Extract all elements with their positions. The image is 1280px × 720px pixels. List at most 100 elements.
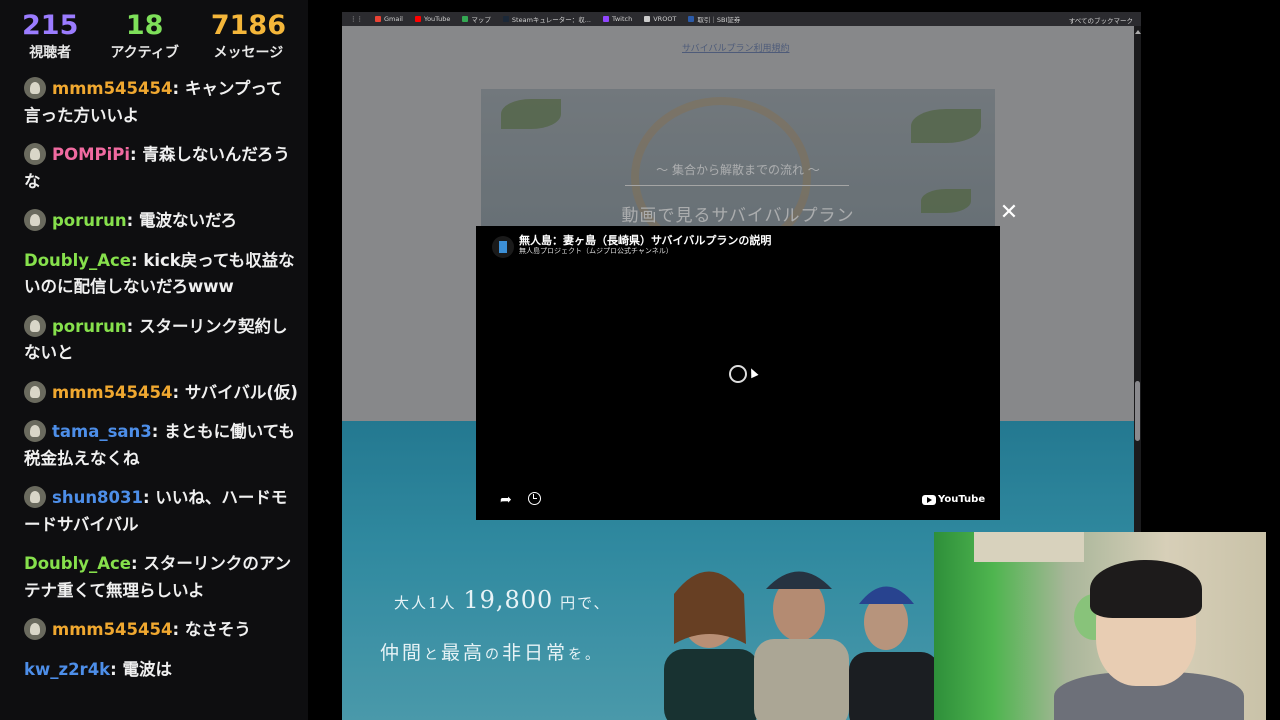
chat-username[interactable]: porurun xyxy=(52,317,127,336)
price-text: 大人1人 19,800 円で、 xyxy=(394,586,610,614)
chat-message: tama_san3: まともに働いても税金払えなくね xyxy=(24,419,298,472)
bookmark-icon xyxy=(502,16,509,22)
bookmarks-bar: ⋮⋮ Gmail YouTube マップ Steamキュレーター：収... Twitch… xyxy=(342,12,1141,26)
bookmark-icon xyxy=(414,16,421,22)
separator: : xyxy=(130,145,143,164)
bookmark-icon xyxy=(462,16,469,22)
bookmark-item[interactable]: Gmail xyxy=(375,15,403,23)
tagline-part: と xyxy=(424,647,442,663)
bookmark-label: マップ xyxy=(471,16,491,24)
chat-username[interactable]: porurun xyxy=(52,211,127,230)
chat-username[interactable]: shun8031 xyxy=(52,488,143,507)
chat-message: porurun: 電波ないだろ xyxy=(24,208,298,235)
separator: : xyxy=(131,554,144,573)
loading-spinner-icon xyxy=(729,365,747,383)
clock-icon[interactable] xyxy=(528,492,541,505)
youtube-logo[interactable]: YouTube xyxy=(922,494,985,505)
bookmark-label: Gmail xyxy=(384,15,403,23)
separator: : xyxy=(126,316,140,336)
chat-text: サバイバル(仮) xyxy=(184,382,298,402)
chat-message: mmm545454: キャンプって言った方いいよ xyxy=(24,76,298,129)
chat-text: なさそう xyxy=(184,620,251,639)
separator: : xyxy=(172,620,185,639)
user-avatar-icon xyxy=(24,77,46,99)
bookmark-item[interactable]: YouTube xyxy=(414,15,451,23)
stat-value: 7186 xyxy=(210,10,286,41)
user-avatar-icon xyxy=(24,618,46,640)
chat-text: 電波ないだろ xyxy=(139,211,238,230)
bookmark-icon xyxy=(644,16,651,22)
youtube-label: YouTube xyxy=(938,494,986,505)
user-avatar-icon xyxy=(24,420,46,442)
bookmark-label: Twitch xyxy=(611,15,633,23)
tagline-part: 非日常 xyxy=(502,642,569,664)
chat-username[interactable]: POMPiPi xyxy=(52,145,130,164)
tagline-part: の xyxy=(485,647,503,663)
stat: 18 アクティブ xyxy=(110,10,178,68)
close-icon[interactable]: ✕ xyxy=(998,202,1020,224)
bookmark-item[interactable]: Steamキュレーター：収... xyxy=(502,14,591,24)
bookmark-item[interactable]: Twitch xyxy=(602,15,633,23)
chat-text: 電波は xyxy=(122,659,173,679)
scrollbar-thumb[interactable] xyxy=(1135,381,1140,441)
video-channel[interactable]: 無人島プロジェクト（ムジプロ公式チャンネル） xyxy=(519,246,673,256)
all-bookmarks-button[interactable]: すべてのブックマーク xyxy=(1069,15,1133,25)
bookmark-item[interactable]: マップ xyxy=(462,14,491,24)
chat-username[interactable]: mmm545454 xyxy=(52,620,172,639)
bookmark-label: VROOT xyxy=(653,15,677,23)
bookmark-icon xyxy=(602,16,609,22)
webcam-feed xyxy=(934,532,1266,720)
separator: : xyxy=(131,250,144,270)
webcam-background xyxy=(974,532,1084,562)
stat-value: 18 xyxy=(125,10,164,41)
youtube-icon xyxy=(922,494,936,505)
scroll-up-arrow[interactable] xyxy=(1135,30,1141,34)
tagline-part: 最高 xyxy=(441,642,486,664)
bookmark-label: YouTube xyxy=(423,15,451,23)
bookmark-icon xyxy=(688,16,695,22)
tagline-part: を。 xyxy=(568,647,603,663)
separator: : xyxy=(172,79,185,98)
bookmark-item[interactable]: 取引｜SBI証券 xyxy=(688,14,740,24)
chat-username[interactable]: tama_san3 xyxy=(52,422,152,441)
separator: : xyxy=(126,211,140,230)
user-avatar-icon xyxy=(24,209,46,231)
tagline-part: 仲間 xyxy=(380,642,425,664)
chat-message: Doubly_Ace: スターリンクのアンテナ重くて無理らしいよ xyxy=(24,551,298,604)
price-suffix: 円で、 xyxy=(553,594,611,612)
video-player[interactable]: 無人島：妻ヶ島（長崎県）サバイバルプランの説明 無人島プロジェクト（ムジプロ公式… xyxy=(476,226,1000,520)
user-avatar-icon xyxy=(24,143,46,165)
bookmark-label: 取引｜SBI証券 xyxy=(697,16,741,24)
chat-messages: mmm545454: キャンプって言った方いいよ POMPiPi: 青森しないんだ… xyxy=(0,74,308,683)
chat-stats: 215 視聴者 18 アクティブ 7186 メッセージ xyxy=(0,0,308,74)
apps-icon[interactable]: ⋮⋮ xyxy=(350,15,363,23)
chat-username[interactable]: mmm545454 xyxy=(52,383,172,402)
webcam-person-hair xyxy=(1090,560,1202,618)
stat: 7186 メッセージ xyxy=(211,10,286,68)
chat-username[interactable]: kw_z2r4k xyxy=(24,660,110,679)
user-avatar-icon xyxy=(24,314,46,337)
chat-username[interactable]: Doubly_Ace xyxy=(24,554,131,573)
stat-label: 視聴者 xyxy=(29,45,72,61)
separator: : xyxy=(142,488,156,507)
chat-username[interactable]: Doubly_Ace xyxy=(24,251,131,270)
separator: : xyxy=(110,659,123,679)
chat-message: Doubly_Ace: kick戻っても収益ないのに配信しないだろwww xyxy=(24,248,298,301)
chat-message: POMPiPi: 青森しないんだろうな xyxy=(24,142,298,195)
bookmark-label: Steamキュレーター：収... xyxy=(511,16,591,24)
bookmark-item[interactable]: VROOT xyxy=(644,15,676,23)
separator: : xyxy=(172,382,185,402)
stat-label: アクティブ xyxy=(110,45,179,61)
channel-logo[interactable] xyxy=(492,236,514,258)
share-icon[interactable]: ➦ xyxy=(500,492,512,508)
stat-label: メッセージ xyxy=(213,45,284,61)
chat-message: mmm545454: なさそう xyxy=(24,617,298,644)
chat-username[interactable]: mmm545454 xyxy=(52,79,172,98)
separator: : xyxy=(151,422,165,441)
stat: 215 視聴者 xyxy=(22,10,78,68)
price-value: 19,800 xyxy=(463,586,554,614)
chat-message: mmm545454: サバイバル(仮) xyxy=(24,380,298,407)
chat-message: porurun: スターリンク契約しないと xyxy=(24,314,298,367)
price-prefix: 大人1人 xyxy=(394,594,464,612)
mouse-cursor-icon xyxy=(747,366,759,379)
